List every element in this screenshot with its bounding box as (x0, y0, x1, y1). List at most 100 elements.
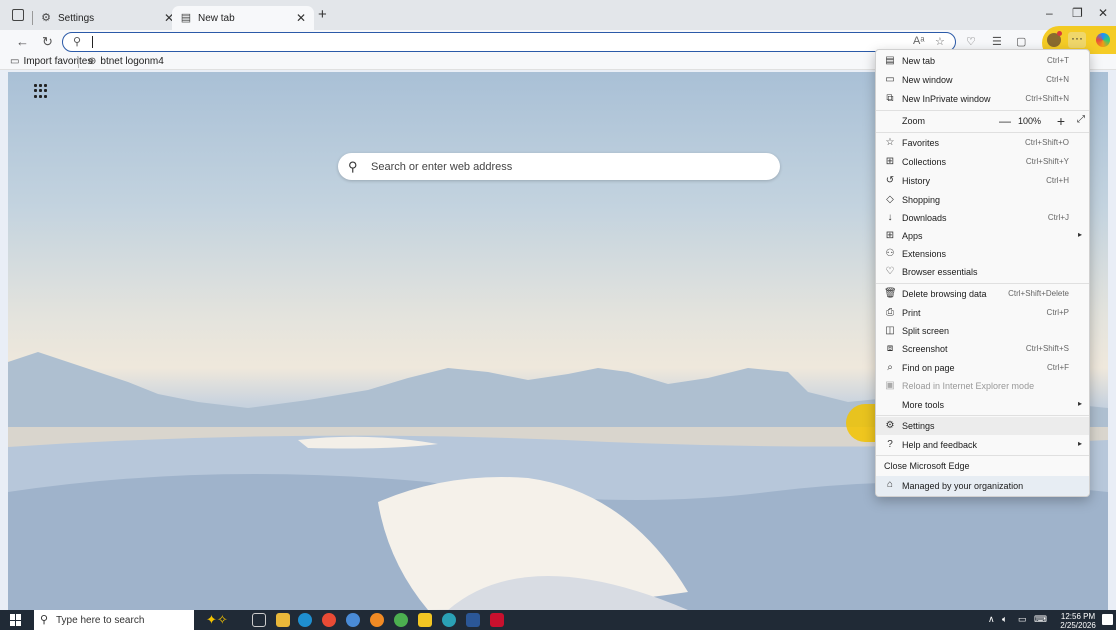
clock-date: 2/25/2026 (1060, 621, 1096, 630)
menu-item-reload-ie-mode: ▣ Reload in Internet Explorer mode (876, 377, 1089, 395)
menu-item-settings[interactable]: ⚙ Settings (876, 417, 1089, 435)
close-window-icon[interactable]: ✕ (1098, 6, 1108, 20)
app-icon-2[interactable] (442, 613, 456, 627)
menu-shortcut: Ctrl+N (1046, 75, 1069, 84)
new-tab-button[interactable]: + (318, 7, 327, 22)
menu-item-favorites[interactable]: ☆ Favorites Ctrl+Shift+O (876, 134, 1089, 152)
collections-icon[interactable]: ▢ (1016, 35, 1026, 48)
minimize-icon[interactable]: – (1046, 6, 1053, 20)
menu-item-screenshot[interactable]: ⧈ Screenshot Ctrl+Shift+S (876, 340, 1089, 358)
menu-label: Split screen (902, 326, 950, 336)
menu-item-help-feedback[interactable]: ? Help and feedback ▸ (876, 436, 1089, 454)
menu-item-print[interactable]: ⎙ Print Ctrl+P (876, 304, 1089, 322)
menu-label: More tools (902, 400, 945, 410)
menu-item-managed[interactable]: ⌂ Managed by your organization (876, 476, 1089, 496)
tab-settings[interactable]: ⚙ Settings ✕ (32, 6, 182, 30)
network-icon[interactable]: ▭ (1018, 614, 1027, 625)
menu-item-history[interactable]: ↺ History Ctrl+H (876, 172, 1089, 190)
menu-item-more-tools[interactable]: More tools ▸ (876, 396, 1089, 414)
search-icon: ⚲ (40, 614, 49, 626)
keyboard-icon[interactable]: ⌨ (1034, 614, 1047, 625)
favorite-star-icon[interactable]: ☆ (935, 35, 945, 48)
address-bar[interactable]: ⚲ Aᵃ ☆ (62, 32, 956, 52)
close-tab-icon[interactable]: ✕ (296, 11, 306, 25)
menu-label: Screenshot (902, 344, 948, 354)
favorite-btnet[interactable]: ⊕ btnet logonm4 (88, 56, 164, 67)
tab-new-tab[interactable]: ▤ New tab ✕ (172, 6, 314, 30)
copilot-icon[interactable] (1096, 33, 1110, 47)
browser-essentials-icon[interactable]: ♡ (966, 35, 976, 48)
taskbar-search-input[interactable] (56, 613, 186, 627)
edge-icon[interactable] (298, 613, 312, 627)
globe-icon: ⊕ (88, 56, 97, 67)
qgis-icon[interactable] (394, 613, 408, 627)
menu-label: Find on page (902, 363, 955, 373)
firefox-icon[interactable] (370, 613, 384, 627)
settings-and-more-button[interactable]: ··· (1068, 32, 1086, 48)
chrome-icon[interactable] (322, 613, 336, 627)
task-view-icon[interactable] (252, 613, 266, 627)
menu-label: Reload in Internet Explorer mode (902, 381, 1035, 391)
system-clock[interactable]: 12:56 PM 2/25/2026 (1056, 612, 1100, 630)
acrobat-icon[interactable] (490, 613, 504, 627)
menu-item-downloads[interactable]: ↓ Downloads Ctrl+J (876, 209, 1089, 227)
start-button[interactable] (10, 614, 22, 626)
menu-item-new-window[interactable]: ▭ New window Ctrl+N (876, 71, 1089, 89)
refresh-icon[interactable]: ↻ (42, 34, 53, 50)
zoom-in-button[interactable]: + (1057, 113, 1065, 129)
favorite-label: Import favorites (23, 56, 93, 67)
taskbar-search[interactable]: ⚲ (34, 610, 194, 630)
address-input[interactable] (91, 34, 791, 49)
divider (876, 283, 1089, 284)
menu-item-new-tab[interactable]: ▤ New tab Ctrl+T (876, 52, 1089, 70)
menu-item-close-edge[interactable]: Close Microsoft Edge (876, 457, 1089, 475)
menu-label: Zoom (902, 116, 926, 126)
fullscreen-icon[interactable]: ⤢ (1077, 114, 1085, 125)
tag-icon: ◇ (886, 194, 894, 205)
menu-item-split-screen[interactable]: ◫ Split screen (876, 322, 1089, 340)
folder-icon: ▭ (10, 56, 20, 67)
menu-label: Close Microsoft Edge (884, 461, 970, 471)
settings-and-more-menu: ▤ New tab Ctrl+T ▭ New window Ctrl+N ⧉ N… (875, 49, 1090, 497)
apps-launcher-icon[interactable] (34, 84, 48, 98)
menu-item-extensions[interactable]: ⚇ Extensions (876, 245, 1089, 263)
menu-label: Settings (902, 421, 935, 431)
restore-icon[interactable]: ❐ (1072, 6, 1083, 20)
chevron-up-icon[interactable]: ∧ (988, 614, 995, 625)
menu-item-find-on-page[interactable]: ⌕ Find on page Ctrl+F (876, 359, 1089, 377)
shield-icon[interactable] (418, 613, 432, 627)
window-icon: ▭ (885, 74, 895, 85)
menu-label: New window (902, 75, 953, 85)
favorite-label: btnet logonm4 (100, 56, 164, 67)
menu-item-delete-browsing-data[interactable]: 🗑︎ Delete browsing data Ctrl+Shift+Delet… (876, 285, 1089, 303)
volume-icon[interactable]: 🔈︎ (1002, 614, 1007, 625)
menu-item-browser-essentials[interactable]: ♡ Browser essentials (876, 263, 1089, 281)
zoom-out-button[interactable]: — (999, 114, 1011, 128)
menu-item-apps[interactable]: ⊞ Apps ▸ (876, 227, 1089, 245)
menu-item-shopping[interactable]: ◇ Shopping (876, 191, 1089, 209)
newtab-icon: ▤ (885, 55, 895, 66)
trash-icon: 🗑︎ (884, 288, 897, 299)
menu-shortcut: Ctrl+T (1047, 56, 1069, 65)
find-icon: ⌕ (887, 362, 893, 373)
menu-item-collections[interactable]: ⊞ Collections Ctrl+Shift+Y (876, 153, 1089, 171)
menu-item-new-inprivate[interactable]: ⧉ New InPrivate window Ctrl+Shift+N (876, 90, 1089, 108)
app-icon[interactable] (346, 613, 360, 627)
notification-icon[interactable] (1102, 614, 1113, 625)
read-aloud-icon[interactable]: Aᵃ (913, 35, 924, 47)
back-icon[interactable]: ← (16, 34, 29, 50)
tab-actions-icon[interactable] (12, 9, 24, 21)
search-icon: ⚲ (73, 36, 82, 48)
favorites-icon[interactable]: ☰ (992, 35, 1002, 48)
chevron-right-icon: ▸ (1077, 399, 1082, 408)
favorite-import[interactable]: ▭ Import favorites (10, 56, 92, 67)
file-explorer-icon[interactable] (276, 613, 290, 627)
text-caret (92, 36, 93, 48)
menu-shortcut: Ctrl+Shift+S (1025, 344, 1069, 353)
web-search-input[interactable] (371, 158, 761, 175)
copilot-sparkle-icon[interactable]: ✦✧ (206, 612, 228, 628)
menu-label: New tab (902, 56, 936, 66)
menu-shortcut: Ctrl+F (1047, 363, 1069, 372)
web-search-box[interactable]: ⚲ (338, 153, 780, 180)
word-icon[interactable] (466, 613, 480, 627)
